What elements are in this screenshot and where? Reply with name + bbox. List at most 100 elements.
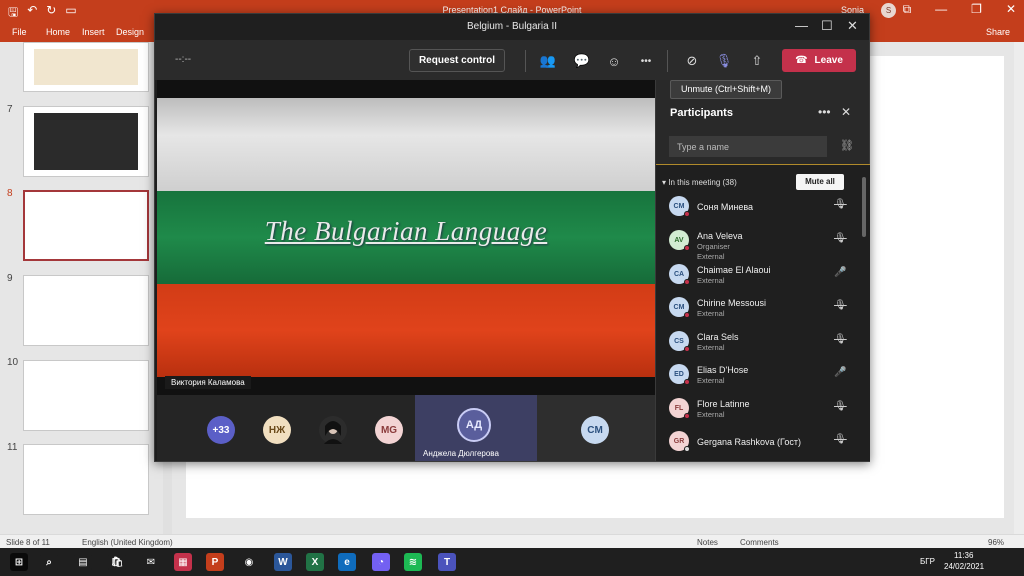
participant-role-line: Organiser: [697, 242, 730, 251]
mic-muted-icon[interactable]: 🎙: [834, 334, 847, 345]
slide-thumbnail-pane: 7 8 9 10 11: [0, 42, 172, 534]
share-button[interactable]: Share: [986, 27, 1010, 37]
participant-name: Gergana Rashkova (Гост): [697, 437, 801, 447]
more-options-icon[interactable]: •••: [818, 105, 831, 119]
taskbar-app-icon[interactable]: ⊞: [10, 553, 28, 571]
mic-on-icon[interactable]: 🎤: [834, 267, 846, 278]
taskbar-app-icon[interactable]: ≋: [404, 553, 422, 571]
participant-role: External: [697, 343, 725, 353]
teams-meeting-window: Belgium - Bulgaria II — ☐ ✕ --:-- Reques…: [154, 13, 870, 462]
close-icon[interactable]: ✕: [1006, 2, 1016, 17]
participant-photo-avatar[interactable]: [319, 416, 347, 444]
chat-icon[interactable]: 💬: [571, 50, 593, 72]
active-speaker-tile[interactable]: АД Анджела Дюлгерова: [415, 395, 537, 461]
mic-muted-icon[interactable]: 🎙: [834, 401, 847, 412]
participant-name: Chaimae El Alaoui: [697, 265, 771, 275]
taskbar-app-icon[interactable]: e: [338, 553, 356, 571]
editor-scrollbar[interactable]: [1014, 42, 1024, 534]
tab-insert[interactable]: Insert: [82, 27, 105, 37]
taskbar-app-icon[interactable]: ▦: [174, 553, 192, 571]
participant-list: ▾ In this meeting (38) Mute all CM Соня М…: [656, 164, 870, 461]
slide-thumbnail[interactable]: [23, 275, 149, 346]
meeting-timer: --:--: [175, 54, 192, 65]
participant-role: Organiser External: [697, 242, 730, 262]
participant-row[interactable]: GR Gergana Rashkova (Гост) 🎙: [656, 428, 860, 461]
taskbar-app-icon[interactable]: X: [306, 553, 324, 571]
participant-role-line: External: [697, 376, 725, 385]
comments-button[interactable]: Comments: [740, 538, 779, 547]
participant-role: External: [697, 410, 725, 420]
participants-icon[interactable]: 👥: [537, 50, 559, 72]
tab-file[interactable]: File: [12, 27, 27, 37]
taskbar-app-icon[interactable]: W: [274, 553, 292, 571]
powerpoint-window-controls: ⧉ — ❐ ✕: [903, 2, 1016, 17]
restore-icon[interactable]: ❐: [971, 2, 982, 17]
flag-stripe-white: [157, 98, 655, 191]
tab-home[interactable]: Home: [46, 27, 70, 37]
participant-role-line: External: [697, 252, 725, 261]
mic-muted-icon[interactable]: 🎙: [834, 233, 847, 244]
notes-button[interactable]: Notes: [697, 538, 718, 547]
mute-all-button[interactable]: Mute all: [796, 174, 844, 190]
slide-thumbnail[interactable]: [23, 444, 149, 515]
mic-on-icon[interactable]: 🎤: [834, 367, 846, 378]
participant-list-scrollbar[interactable]: [862, 177, 866, 237]
participant-row[interactable]: AV Ana Veleva Organiser External 🎙: [656, 227, 860, 262]
participant-role: External: [697, 276, 725, 286]
slide-thumbnail-active[interactable]: [23, 190, 149, 261]
close-icon[interactable]: ✕: [847, 18, 858, 34]
close-panel-icon[interactable]: ✕: [841, 105, 851, 119]
participant-row[interactable]: CA Chaimae El Alaoui External 🎤: [656, 261, 860, 294]
tab-design[interactable]: Design: [116, 27, 144, 37]
in-meeting-section-header[interactable]: ▾ In this meeting (38): [662, 178, 737, 187]
slide-thumbnail[interactable]: [23, 106, 149, 177]
taskbar-app-icon[interactable]: ◔: [372, 553, 390, 571]
user-avatar[interactable]: S: [881, 3, 896, 18]
slide-number: 8: [7, 188, 13, 199]
share-invite-link-icon[interactable]: ⛓: [840, 139, 854, 152]
participant-row[interactable]: CM Соня Минева 🎙: [656, 193, 860, 226]
slide-thumbnail[interactable]: [23, 360, 149, 431]
taskbar-app-icon[interactable]: ▤: [74, 553, 92, 571]
language-indicator[interactable]: English (United Kingdom): [82, 538, 173, 547]
participant-video-tile[interactable]: CM: [537, 395, 655, 461]
taskbar-app-icon[interactable]: 🛍: [108, 553, 126, 571]
zoom-level[interactable]: 96%: [988, 538, 1004, 547]
mic-muted-icon[interactable]: 🎙: [834, 300, 847, 311]
ribbon-display-options-icon[interactable]: ⧉: [903, 2, 912, 17]
maximize-icon[interactable]: ☐: [821, 18, 833, 34]
taskbar-app-icon[interactable]: ✉: [142, 553, 160, 571]
participant-role-line: External: [697, 410, 725, 419]
taskbar-app-icon[interactable]: P: [206, 553, 224, 571]
minimize-icon[interactable]: —: [935, 2, 947, 17]
participant-tile-avatar[interactable]: MG: [375, 416, 403, 444]
participant-row[interactable]: CS Clara Sels External 🎙: [656, 328, 860, 361]
mic-off-icon[interactable]: 🎙: [713, 50, 735, 72]
minimize-icon[interactable]: —: [795, 18, 808, 33]
reactions-icon[interactable]: ☺: [603, 50, 625, 72]
participant-row[interactable]: CM Chirine Messousi External 🎙: [656, 294, 860, 327]
taskbar-app-icon[interactable]: T: [438, 553, 456, 571]
presenter-name: Виктория Каламова: [165, 376, 251, 389]
presence-status-icon: [684, 379, 690, 385]
slide-thumbnail[interactable]: [23, 42, 149, 92]
camera-off-icon[interactable]: ⊘: [681, 50, 703, 72]
more-actions-icon[interactable]: •••: [635, 50, 657, 72]
mic-muted-icon[interactable]: 🎙: [834, 199, 847, 210]
share-screen-icon[interactable]: ⇧: [746, 50, 768, 72]
participant-row[interactable]: ED Elias D'Hose External 🎤: [656, 361, 860, 394]
overflow-participants-badge[interactable]: +33: [207, 416, 235, 444]
mic-muted-icon[interactable]: 🎙: [834, 434, 847, 445]
clock-date[interactable]: 24/02/2021: [944, 562, 984, 571]
flag-stripe-red: [157, 284, 655, 377]
participant-row[interactable]: FL Flore Latinne External 🎙: [656, 395, 860, 428]
shared-content-stage[interactable]: The Bulgarian Language Виктория Каламова: [157, 80, 655, 395]
participant-tile-avatar[interactable]: НЖ: [263, 416, 291, 444]
leave-button[interactable]: ☎ Leave: [782, 49, 856, 72]
taskbar-app-icon[interactable]: ⌕: [40, 553, 58, 571]
request-control-button[interactable]: Request control: [409, 49, 505, 72]
participant-search-input[interactable]: [669, 136, 827, 157]
input-language[interactable]: БГР: [920, 557, 935, 566]
clock-time[interactable]: 11:36: [954, 551, 973, 560]
taskbar-app-icon[interactable]: ◉: [240, 553, 258, 571]
